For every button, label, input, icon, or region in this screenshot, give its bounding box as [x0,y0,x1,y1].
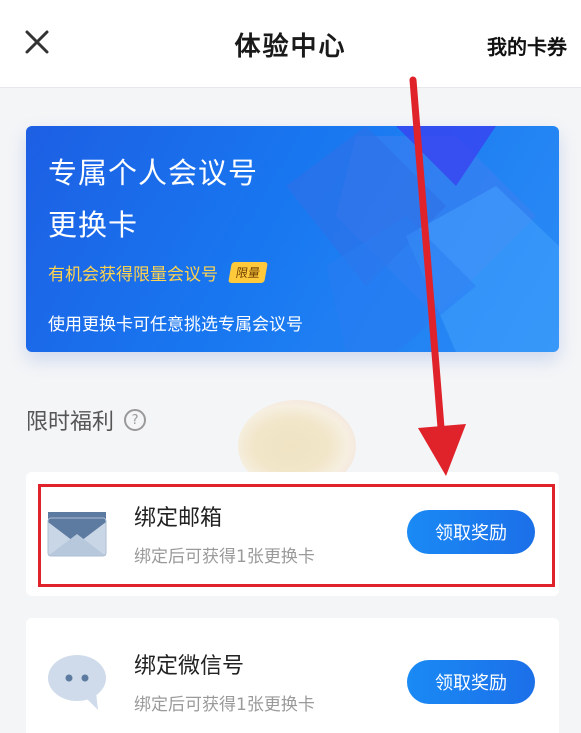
envelope-icon [46,508,108,562]
my-coupons-link[interactable]: 我的卡券 [487,31,567,60]
top-bar: 体验中心 我的卡券 [0,0,581,88]
section-title: 限时福利 [26,410,115,435]
task-card-bind-wechat: 绑定微信号 绑定后可获得1张更换卡 领取奖励 [26,618,559,733]
section-title-row: 限时福利 ? [26,404,147,436]
task-card-bind-email: 绑定邮箱 绑定后可获得1张更换卡 领取奖励 [26,472,559,596]
banner-title-line2: 更换卡 [48,208,139,242]
task-title: 绑定微信号 [134,654,245,679]
banner-title-line1: 专属个人会议号 [48,156,259,190]
banner-description: 使用更换卡可任意挑选专属会议号 [48,315,303,335]
task-description: 绑定后可获得1张更换卡 [134,547,315,567]
banner-subtitle: 有机会获得限量会议号 [48,265,218,285]
help-icon[interactable]: ? [124,409,147,431]
task-title: 绑定邮箱 [134,506,223,531]
banner-subtitle-row: 有机会获得限量会议号 限量 [48,260,268,285]
task-description: 绑定后可获得1张更换卡 [134,695,315,715]
chat-bubble-icon [46,654,108,714]
limited-badge: 限量 [228,262,268,283]
promo-banner[interactable]: 专属个人会议号 更换卡 有机会获得限量会议号 限量 使用更换卡可任意挑选专属会议… [26,126,559,352]
claim-reward-button[interactable]: 领取奖励 [407,510,535,554]
claim-reward-button[interactable]: 领取奖励 [407,660,535,704]
